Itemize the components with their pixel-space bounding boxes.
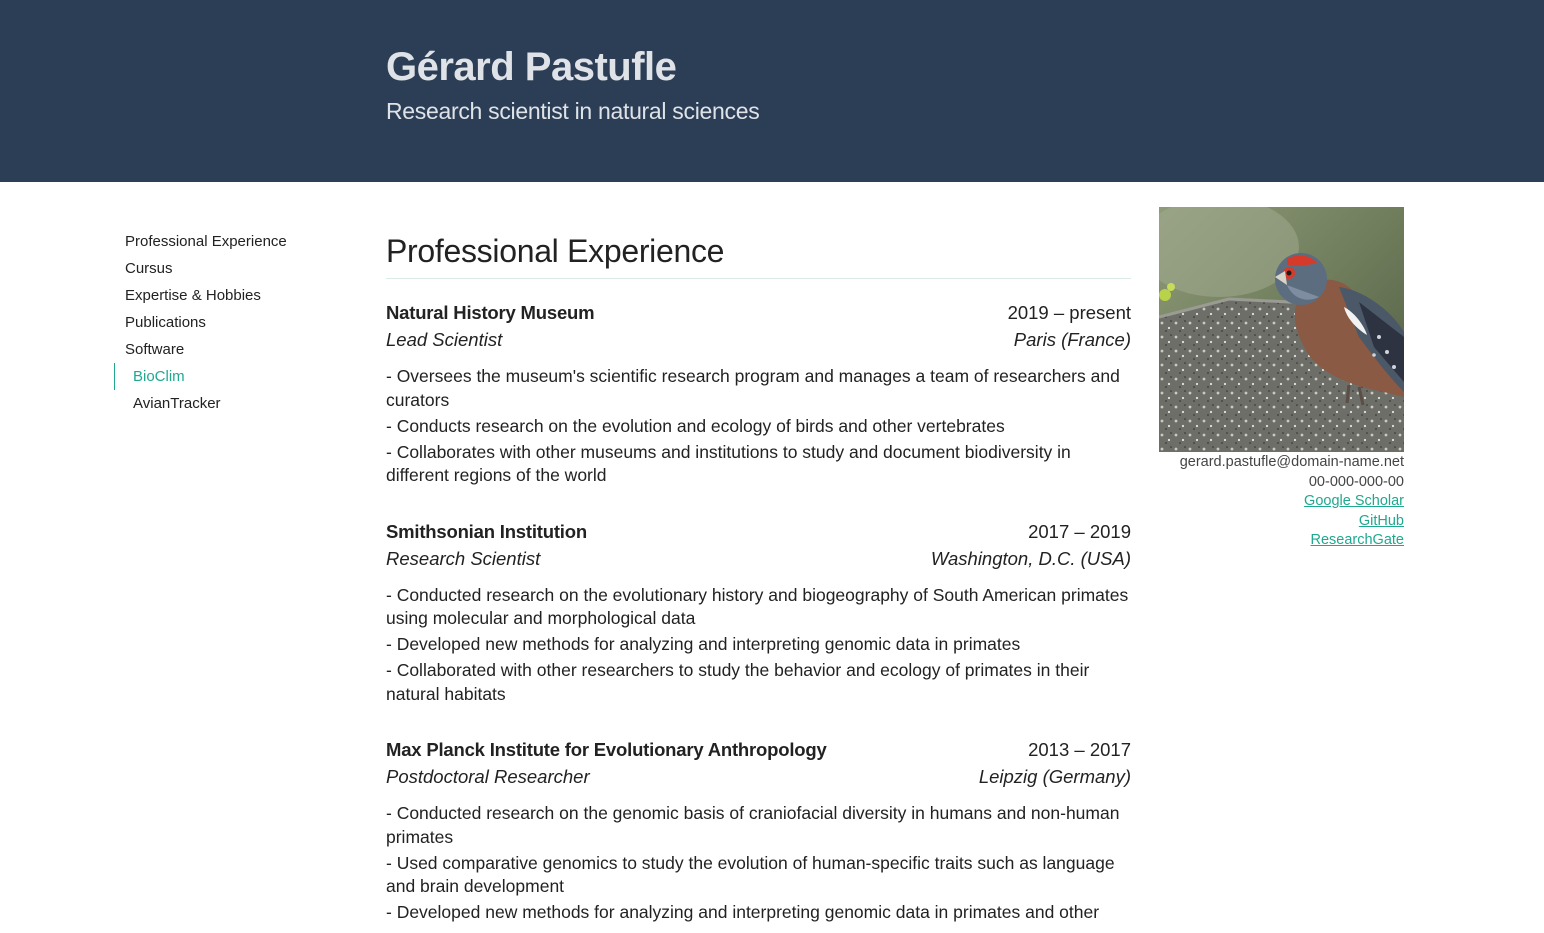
job-entry: Natural History Museum 2019 – present Le…	[386, 299, 1131, 488]
nav-item-cursus[interactable]: Cursus	[114, 255, 344, 282]
nav-subitem-aviantracker[interactable]: AvianTracker	[114, 390, 344, 417]
job-organization: Max Planck Institute for Evolutionary An…	[386, 739, 827, 760]
job-location: Washington, D.C. (USA)	[930, 547, 1131, 569]
job-duty: - Collaborated with other researchers to…	[386, 660, 1090, 704]
github-link[interactable]: GitHub	[1159, 512, 1404, 532]
job-duties: - Conducted research on the genomic basi…	[386, 802, 1131, 925]
contact-email: gerard.pastufle@domain-name.net	[1179, 454, 1404, 470]
nav-item-publications[interactable]: Publications	[114, 309, 344, 336]
job-organization: Smithsonian Institution	[386, 520, 587, 542]
job-duty: - Used comparative genomics to study the…	[386, 852, 1115, 897]
job-duties: - Oversees the museum's scientific resea…	[386, 365, 1131, 488]
job-role: Research Scientist	[386, 547, 541, 569]
person-tagline: Research scientist in natural sciences	[386, 98, 760, 124]
nav-item-expertise-hobbies[interactable]: Expertise & Hobbies	[114, 282, 344, 309]
job-duty: - Conducted research on the genomic basi…	[386, 803, 1120, 847]
job-role: Lead Scientist	[386, 329, 503, 350]
nav-item-professional-experience[interactable]: Professional Experience	[114, 228, 344, 255]
job-location: Leipzig (Germany)	[978, 766, 1131, 787]
profile-photo	[1159, 207, 1404, 452]
main-content: Professional Experience Natural History …	[386, 228, 1131, 927]
job-duty: - Developed new methods for analyzing an…	[386, 634, 1021, 654]
job-organization: Natural History Museum	[386, 302, 595, 323]
job-entry: Smithsonian Institution 2017 – 2019 Rese…	[386, 518, 1131, 707]
job-location: Paris (France)	[1013, 329, 1131, 350]
job-dates: 2017 – 2019	[1028, 520, 1131, 542]
job-duty: - Collaborates with other museums and in…	[386, 441, 1071, 486]
nav-item-software[interactable]: Software	[114, 336, 344, 363]
section-title: Professional Experience	[386, 228, 1131, 279]
page-header: Gérard Pastufle Research scientist in na…	[0, 0, 1544, 182]
google-scholar-link[interactable]: Google Scholar	[1159, 492, 1404, 512]
contact-info: gerard.pastufle@domain-name.net 00-000-0…	[1159, 453, 1404, 551]
person-name: Gérard Pastufle	[386, 45, 677, 89]
job-dates: 2019 – present	[1007, 302, 1131, 323]
contact-phone: 00-000-000-00	[1308, 473, 1404, 490]
job-role: Postdoctoral Researcher	[386, 766, 590, 787]
nav-subitem-bioclim[interactable]: BioClim	[114, 363, 344, 390]
job-duties: - Conducted research on the evolutionary…	[386, 584, 1131, 707]
bird-photo-illustration	[1159, 207, 1404, 452]
job-duty: - Conducted research on the evolutionary…	[386, 584, 1129, 629]
job-duty: - Oversees the museum's scientific resea…	[386, 366, 1120, 410]
researchgate-link[interactable]: ResearchGate	[1159, 531, 1405, 551]
job-dates: 2013 – 2017	[1028, 739, 1131, 760]
job-duty: - Developed new methods for analyzing an…	[386, 902, 1100, 922]
job-entry: Max Planck Institute for Evolutionary An…	[386, 736, 1131, 925]
sidebar-nav: Professional Experience Cursus Expertise…	[114, 228, 344, 417]
job-duty: - Conducts research on the evolution and…	[386, 415, 1005, 436]
